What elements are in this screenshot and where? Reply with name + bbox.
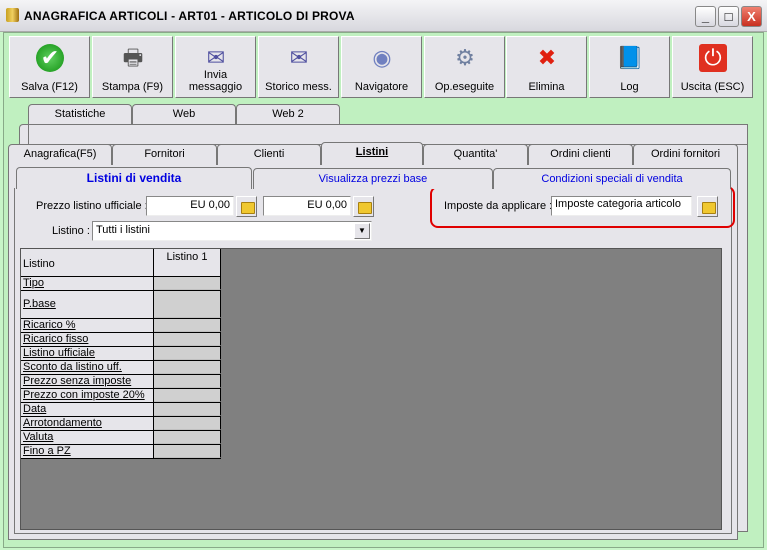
folder-button-2[interactable] xyxy=(353,196,374,217)
tab-fornitori[interactable]: Fornitori xyxy=(112,144,217,165)
toolbar-label: Elimina xyxy=(528,81,565,93)
row-cell[interactable] xyxy=(154,347,221,360)
title-bar: ANAGRAFICA ARTICOLI - ART01 - ARTICOLO D… xyxy=(0,0,767,32)
table-row: Ricarico % xyxy=(21,319,221,333)
toolbar-label: Navigatore xyxy=(354,81,409,93)
table-row: Fino a PZ xyxy=(21,445,221,459)
toolbar-label: Invia messaggio xyxy=(188,69,243,93)
row-label: Arrotondamento xyxy=(21,417,154,430)
row-cell[interactable] xyxy=(154,403,221,416)
table-row: Data xyxy=(21,403,221,417)
table-row: Listino ufficiale xyxy=(21,347,221,361)
row-label: Prezzo con imposte 20% xyxy=(21,389,154,402)
row-label: Listino ufficiale xyxy=(21,347,154,360)
imposte-folder-button[interactable] xyxy=(697,196,718,217)
printer-icon: 🖶 xyxy=(122,45,144,70)
row-cell[interactable] xyxy=(154,445,221,458)
chevron-down-icon[interactable]: ▼ xyxy=(354,223,370,239)
envelope-search-icon: ✉ xyxy=(289,45,309,70)
row-cell[interactable] xyxy=(154,431,221,444)
table-row: Prezzo senza imposte xyxy=(21,375,221,389)
row-cell[interactable] xyxy=(154,333,221,346)
check-icon: ✔ xyxy=(36,44,64,72)
tab-web[interactable]: Web xyxy=(132,104,236,125)
subtab-listini-di-vendita[interactable]: Listini di vendita xyxy=(16,167,252,189)
row-label: Ricarico fisso xyxy=(21,333,154,346)
table-row: Ricarico fisso xyxy=(21,333,221,347)
table-row: Tipo xyxy=(21,277,221,291)
power-icon: ⏻ xyxy=(699,44,727,72)
log-button[interactable]: 📘 Log xyxy=(589,36,670,98)
gears-search-icon: ⚙ xyxy=(455,45,475,70)
storico-mess-button[interactable]: ✉ Storico mess. xyxy=(258,36,339,98)
toolbar-label: Op.eseguite xyxy=(434,81,495,93)
row-cell[interactable] xyxy=(154,375,221,388)
listini-grid: Listino Listino 1 Tipo P.base Ricarico % Rica… xyxy=(20,248,722,530)
row-cell[interactable] xyxy=(154,291,221,318)
subtab-condizioni-speciali-di-vendita[interactable]: Condizioni speciali di vendita xyxy=(493,168,731,189)
row-label: Prezzo senza imposte xyxy=(21,375,154,388)
tab-web-2[interactable]: Web 2 xyxy=(236,104,340,125)
folder-button-1[interactable] xyxy=(236,196,257,217)
table-row: Valuta xyxy=(21,431,221,445)
row-cell[interactable] xyxy=(154,389,221,402)
compass-icon: ◉ xyxy=(372,45,392,70)
grid-header-label: Listino xyxy=(21,249,154,276)
row-label: Ricarico % xyxy=(21,319,154,332)
imposte-input[interactable]: Imposte categoria articolo xyxy=(551,196,692,216)
prezzo-label: Prezzo listino ufficiale : xyxy=(36,200,148,212)
maximize-button[interactable]: □ xyxy=(718,6,739,27)
op-eseguite-button[interactable]: ⚙ Op.eseguite xyxy=(424,36,505,98)
listino-label: Listino : xyxy=(52,225,90,237)
table-row: Prezzo con imposte 20% xyxy=(21,389,221,403)
minimize-button[interactable]: _ xyxy=(695,6,716,27)
row-cell[interactable] xyxy=(154,417,221,430)
row-cell[interactable] xyxy=(154,361,221,374)
tab-anagrafica-f5[interactable]: Anagrafica(F5) xyxy=(8,144,112,165)
row-cell[interactable] xyxy=(154,319,221,332)
subtab-visualizza-prezzi-base[interactable]: Visualizza prezzi base xyxy=(253,168,493,189)
tab-quantita[interactable]: Quantita' xyxy=(423,144,528,165)
row-label: P.base xyxy=(21,291,154,318)
row-cell[interactable] xyxy=(154,277,221,290)
elimina-button[interactable]: ✖ Elimina xyxy=(506,36,587,98)
toolbar-label: Stampa (F9) xyxy=(101,81,164,93)
book-search-icon: 📘 xyxy=(616,45,644,70)
grid-header-row: Listino Listino 1 xyxy=(21,249,221,277)
salva-f12-button[interactable]: ✔ Salva (F12) xyxy=(9,36,90,98)
row-label: Fino a PZ xyxy=(21,445,154,458)
table-row: Sconto da listino uff. xyxy=(21,361,221,375)
table-row: P.base xyxy=(21,291,221,319)
tab-ordini-fornitori[interactable]: Ordini fornitori xyxy=(633,144,738,165)
listino-select[interactable]: Tutti i listini ▼ xyxy=(92,221,372,241)
tab-clienti[interactable]: Clienti xyxy=(217,144,321,165)
tab-listini[interactable]: Listini xyxy=(321,142,423,165)
app-icon xyxy=(6,8,19,22)
imposte-label: Imposte da applicare : xyxy=(444,200,553,212)
tab-ordini-clienti[interactable]: Ordini clienti xyxy=(528,144,633,165)
prezzo-input-2[interactable]: EU 0,00 xyxy=(263,196,351,216)
prezzo-input-1[interactable]: EU 0,00 xyxy=(146,196,234,216)
invia-messaggio-button[interactable]: ✉ Invia messaggio xyxy=(175,36,256,98)
envelope-pen-icon: ✉ xyxy=(206,45,226,70)
row-label: Data xyxy=(21,403,154,416)
row-label: Sconto da listino uff. xyxy=(21,361,154,374)
toolbar-label: Salva (F12) xyxy=(21,81,78,93)
x-icon: ✖ xyxy=(537,45,557,70)
table-row: Arrotondamento xyxy=(21,417,221,431)
navigatore-button[interactable]: ◉ Navigatore xyxy=(341,36,422,98)
window-title: ANAGRAFICA ARTICOLI - ART01 - ARTICOLO D… xyxy=(24,9,355,23)
toolbar-label: Uscita (ESC) xyxy=(680,81,745,93)
stampa-f9-button[interactable]: 🖶 Stampa (F9) xyxy=(92,36,173,98)
uscita-esc-button[interactable]: ⏻ Uscita (ESC) xyxy=(672,36,753,98)
tab-statistiche[interactable]: Statistiche xyxy=(28,104,132,125)
listino-select-value: Tutti i listini xyxy=(96,224,150,236)
row-label: Valuta xyxy=(21,431,154,444)
grid-column-header[interactable]: Listino 1 xyxy=(154,249,221,276)
close-button[interactable]: X xyxy=(741,6,762,27)
row-label: Tipo xyxy=(21,277,154,290)
toolbar-label: Storico mess. xyxy=(265,81,332,93)
toolbar-label: Log xyxy=(620,81,639,93)
